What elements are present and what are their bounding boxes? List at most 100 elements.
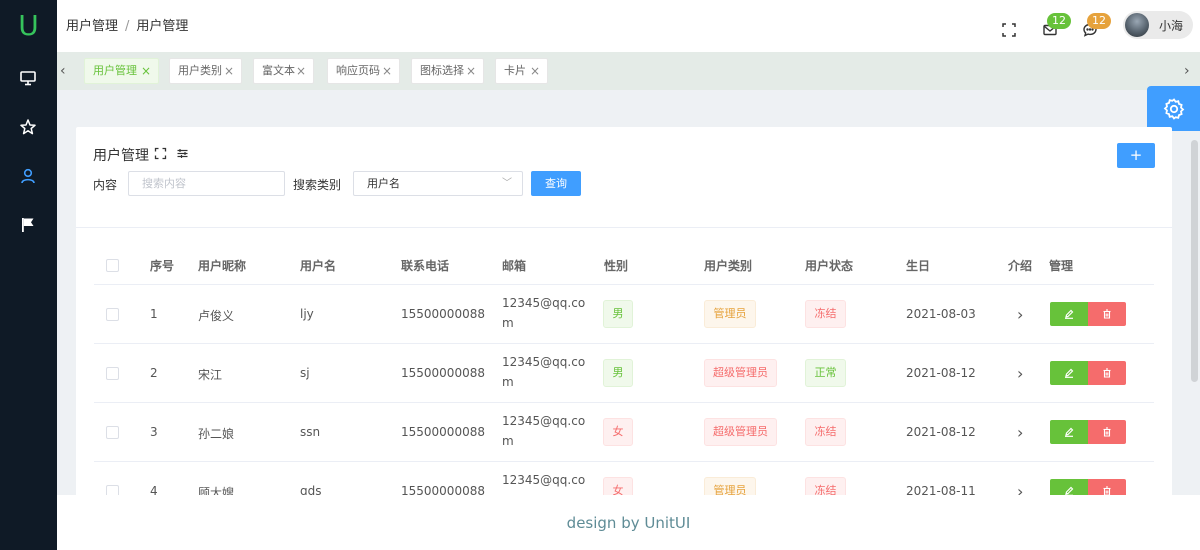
cell-username: ssn <box>300 425 321 439</box>
gender-tag: 男 <box>603 300 633 328</box>
user-menu[interactable]: 小海 <box>1123 11 1193 39</box>
breadcrumb-item[interactable]: 用户管理 <box>66 19 118 34</box>
page-scrollbar[interactable] <box>1191 140 1198 382</box>
breadcrumb: 用户管理 / 用户管理 <box>66 15 188 34</box>
tabs-scroll-left-icon[interactable]: ‹ <box>60 63 66 79</box>
expand-chevron-icon[interactable]: › <box>1017 305 1023 324</box>
select-value: 用户名 <box>367 177 400 190</box>
tab-label: 卡片 <box>504 64 526 77</box>
tab-close-icon[interactable]: × <box>382 59 392 83</box>
fullscreen-icon[interactable] <box>1001 22 1017 38</box>
edit-button[interactable] <box>1050 361 1088 385</box>
filter-settings-icon[interactable] <box>176 147 189 160</box>
edit-button[interactable] <box>1050 302 1088 326</box>
expand-chevron-icon[interactable]: › <box>1017 423 1023 442</box>
delete-button[interactable] <box>1088 420 1126 444</box>
tab-close-icon[interactable]: × <box>141 59 151 83</box>
cell-username: sj <box>300 366 310 380</box>
row-checkbox[interactable] <box>106 308 119 321</box>
column-header-status: 用户状态 <box>805 259 854 273</box>
tab-label: 响应页码 <box>336 64 380 77</box>
gender-tag: 女 <box>603 418 633 446</box>
divider <box>76 227 1172 228</box>
tab-bar: ‹ 用户管理 × 用户类别 × 富文本 × 响应页码 × 图标选择 × 卡片 × › <box>57 52 1200 90</box>
delete-button[interactable] <box>1088 302 1126 326</box>
column-header-gender: 性别 <box>604 259 629 273</box>
cell-nickname: 孙二娘 <box>198 427 235 441</box>
cell-phone: 15500000088 <box>401 425 485 439</box>
edit-icon <box>1065 309 1074 319</box>
tab-close-icon[interactable]: × <box>530 59 540 83</box>
column-header-manage: 管理 <box>1049 259 1074 273</box>
trash-icon <box>1103 368 1111 378</box>
role-tag: 超级管理员 <box>704 418 777 446</box>
tab-responsive-pages[interactable]: 响应页码 × <box>327 58 400 84</box>
tab-user-management[interactable]: 用户管理 × <box>84 58 159 84</box>
tab-close-icon[interactable]: × <box>466 59 476 83</box>
column-header-username: 用户名 <box>300 259 337 273</box>
cell-nickname: 宋江 <box>198 368 223 382</box>
cell-email: 12345@qq.co <box>502 414 586 428</box>
edit-button[interactable] <box>1050 420 1088 444</box>
chevron-down-icon: ﹀ <box>502 178 512 189</box>
delete-button[interactable] <box>1088 361 1126 385</box>
tab-close-icon[interactable]: × <box>296 59 306 83</box>
breadcrumb-separator: / <box>125 19 130 34</box>
tab-rich-text[interactable]: 富文本 × <box>253 58 314 84</box>
fullscreen-icon[interactable] <box>154 147 167 160</box>
tab-label: 富文本 <box>262 64 295 77</box>
trash-icon <box>1103 427 1111 437</box>
star-icon[interactable] <box>18 117 38 137</box>
tab-icon-select[interactable]: 图标选择 × <box>411 58 484 84</box>
cell-username: ljy <box>300 307 314 321</box>
search-input[interactable]: 搜索内容 <box>128 171 285 196</box>
cell-email: 12345@qq.co <box>502 296 586 310</box>
table-row[interactable]: 3 孙二娘 ssn 15500000088 12345@qq.co m 女 超级… <box>94 402 1154 461</box>
column-header-phone: 联系电话 <box>401 259 450 273</box>
column-header-nickname: 用户昵称 <box>198 259 247 273</box>
tab-label: 图标选择 <box>420 64 464 77</box>
cell-email: 12345@qq.co <box>502 473 586 487</box>
role-tag: 超级管理员 <box>704 359 777 387</box>
column-header-intro: 介绍 <box>1008 259 1033 273</box>
tab-label: 用户类别 <box>178 64 222 77</box>
select-all-checkbox[interactable] <box>106 259 119 272</box>
cell-email-wrap: m <box>502 316 514 330</box>
gear-icon <box>1163 97 1184 120</box>
cell-phone: 15500000088 <box>401 307 485 321</box>
query-button[interactable]: 查询 <box>531 171 581 196</box>
status-tag: 冻结 <box>805 418 846 446</box>
tabs-scroll-right-icon[interactable]: › <box>1184 63 1190 79</box>
gender-tag: 男 <box>603 359 633 387</box>
column-header-birthday: 生日 <box>906 259 931 273</box>
column-header-email: 邮箱 <box>502 259 527 273</box>
monitor-icon[interactable] <box>18 68 38 88</box>
flag-icon[interactable] <box>18 215 38 235</box>
cell-no: 3 <box>150 425 158 439</box>
sidebar: U <box>0 0 57 550</box>
app-logo[interactable]: U <box>0 8 57 44</box>
add-user-button[interactable]: + <box>1117 143 1155 168</box>
cell-birthday: 2021-08-12 <box>906 366 976 380</box>
cell-email-wrap: m <box>502 375 514 389</box>
row-checkbox[interactable] <box>106 426 119 439</box>
tab-card[interactable]: 卡片 × <box>495 58 548 84</box>
column-header-no: 序号 <box>150 259 175 273</box>
column-header-role: 用户类别 <box>704 259 753 273</box>
row-checkbox[interactable] <box>106 367 119 380</box>
trash-icon <box>1103 309 1111 319</box>
content-label: 内容 <box>93 178 118 192</box>
user-icon[interactable] <box>18 166 38 186</box>
expand-chevron-icon[interactable]: › <box>1017 364 1023 383</box>
table-row[interactable]: 1 卢俊义 ljy 15500000088 12345@qq.co m 男 管理… <box>94 284 1154 343</box>
search-category-select[interactable]: 用户名 ﹀ <box>353 171 523 196</box>
breadcrumb-item-current: 用户管理 <box>136 19 189 34</box>
avatar <box>1125 13 1149 37</box>
tab-close-icon[interactable]: × <box>224 59 234 83</box>
cell-birthday: 2021-08-03 <box>906 307 976 321</box>
settings-button[interactable] <box>1147 86 1200 131</box>
edit-icon <box>1065 368 1074 378</box>
tab-user-category[interactable]: 用户类别 × <box>169 58 242 84</box>
table-row[interactable]: 2 宋江 sj 15500000088 12345@qq.co m 男 超级管理… <box>94 343 1154 402</box>
category-label: 搜索类别 <box>293 178 342 192</box>
